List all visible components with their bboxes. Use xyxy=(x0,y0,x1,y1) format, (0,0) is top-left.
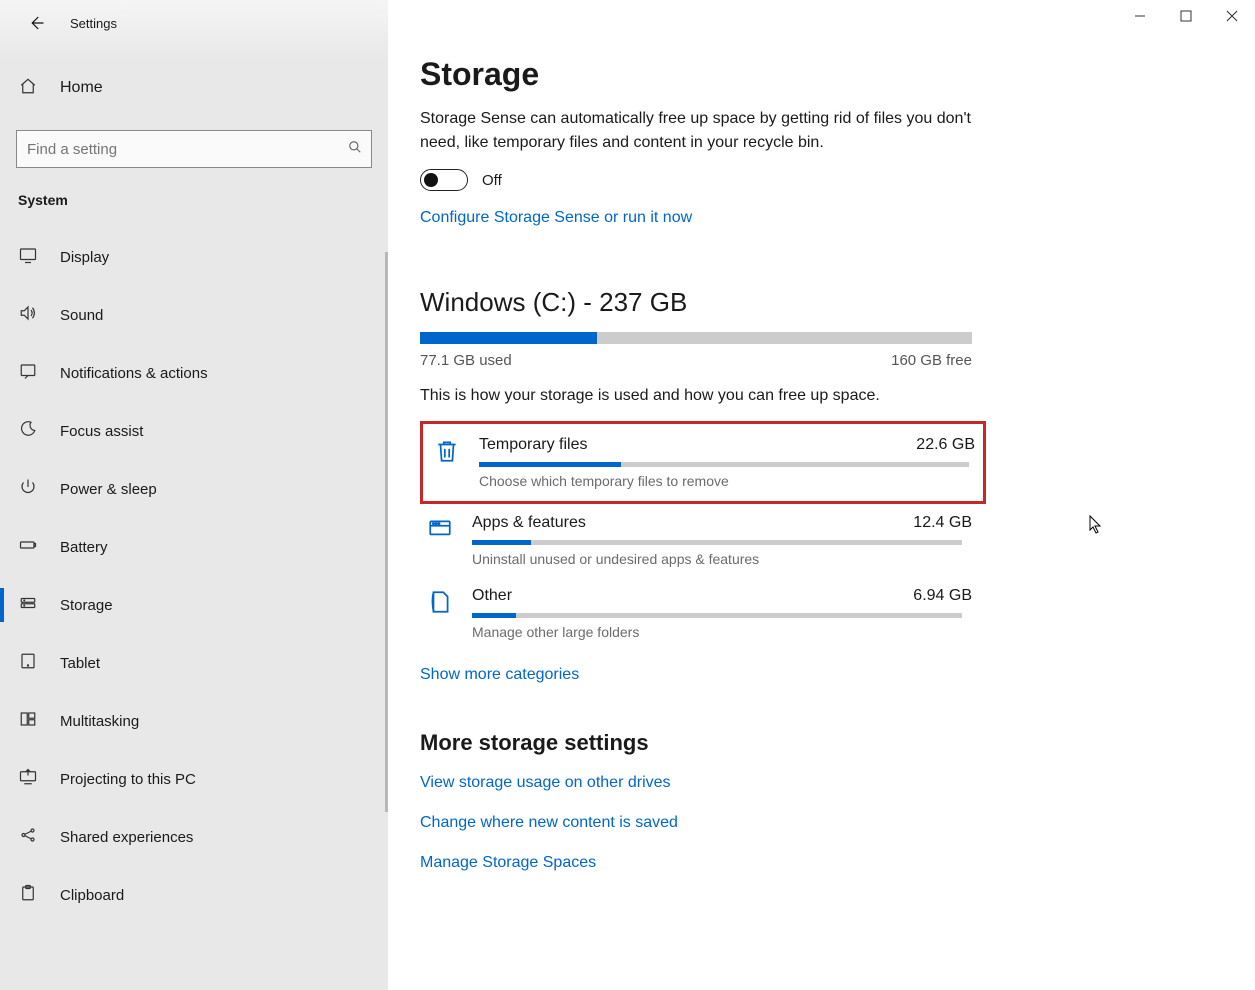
category-icon xyxy=(431,436,463,470)
sidebar: Settings Home System Display Sound Notific… xyxy=(0,0,388,990)
nav-icon xyxy=(18,652,38,675)
page-title: Storage xyxy=(420,56,1255,93)
sidebar-item-power-sleep[interactable]: Power & sleep xyxy=(0,460,388,518)
minimize-button[interactable] xyxy=(1117,0,1163,32)
search-icon xyxy=(348,140,362,158)
sidebar-item-display[interactable]: Display xyxy=(0,228,388,286)
sidebar-item-sound[interactable]: Sound xyxy=(0,286,388,344)
nav-icon xyxy=(18,884,38,907)
storage-sense-description: Storage Sense can automatically free up … xyxy=(420,107,980,155)
search-wrap xyxy=(16,130,372,168)
nav-icon xyxy=(18,304,38,327)
more-settings-link[interactable]: Manage Storage Spaces xyxy=(420,854,596,872)
sidebar-item-projecting-to-this-pc[interactable]: Projecting to this PC xyxy=(0,750,388,808)
nav-icon xyxy=(18,478,38,501)
category-name: Other xyxy=(472,587,512,605)
storage-sense-toggle-row: Off xyxy=(420,169,1255,191)
category-apps-features[interactable]: Apps & features 12.4 GB Uninstall unused o… xyxy=(420,504,980,577)
drive-usage-fill xyxy=(420,332,597,344)
toggle-knob xyxy=(424,173,438,187)
category-size: 22.6 GB xyxy=(916,436,975,454)
main-content: Storage Storage Sense can automatically … xyxy=(388,0,1255,990)
category-subtitle: Uninstall unused or undesired apps & fea… xyxy=(472,551,972,567)
nav-icon xyxy=(18,536,38,559)
nav-icon xyxy=(18,246,38,269)
toggle-label: Off xyxy=(482,172,502,189)
category-bar xyxy=(472,613,962,618)
maximize-button[interactable] xyxy=(1163,0,1209,32)
category-size: 6.94 GB xyxy=(913,587,972,605)
category-body: Temporary files 22.6 GB Choose which tempo… xyxy=(479,436,975,489)
category-name: Apps & features xyxy=(472,514,586,532)
sidebar-item-label: Battery xyxy=(60,539,108,556)
free-label: 160 GB free xyxy=(891,352,972,369)
category-subtitle: Choose which temporary files to remove xyxy=(479,473,975,489)
section-label: System xyxy=(0,168,388,218)
storage-sense-toggle[interactable] xyxy=(420,169,468,191)
sidebar-item-label: Tablet xyxy=(60,655,100,672)
drive-usage-labels: 77.1 GB used 160 GB free xyxy=(420,352,972,369)
category-bar-fill xyxy=(479,462,621,467)
sidebar-item-storage[interactable]: Storage xyxy=(0,576,388,634)
sidebar-item-label: Projecting to this PC xyxy=(60,771,196,788)
configure-storage-sense-link[interactable]: Configure Storage Sense or run it now xyxy=(420,209,692,227)
usage-hint: This is how your storage is used and how… xyxy=(420,387,1255,405)
used-label: 77.1 GB used xyxy=(420,352,512,369)
sidebar-item-label: Multitasking xyxy=(60,713,139,730)
sidebar-item-label: Clipboard xyxy=(60,887,124,904)
category-body: Apps & features 12.4 GB Uninstall unused o… xyxy=(472,514,972,567)
category-icon xyxy=(424,587,456,621)
sidebar-item-tablet[interactable]: Tablet xyxy=(0,634,388,692)
category-name: Temporary files xyxy=(479,436,587,454)
window-controls xyxy=(1117,0,1255,32)
sidebar-item-label: Sound xyxy=(60,307,103,324)
nav-icon xyxy=(18,420,38,443)
sidebar-item-battery[interactable]: Battery xyxy=(0,518,388,576)
nav-icon xyxy=(18,594,38,617)
category-body: Other 6.94 GB Manage other large folders xyxy=(472,587,972,640)
sidebar-item-label: Focus assist xyxy=(60,423,143,440)
category-subtitle: Manage other large folders xyxy=(472,624,972,640)
category-icon xyxy=(424,514,456,548)
nav-icon xyxy=(18,710,38,733)
category-other[interactable]: Other 6.94 GB Manage other large folders xyxy=(420,577,980,650)
sidebar-item-home[interactable]: Home xyxy=(0,60,388,116)
nav-icon xyxy=(18,768,38,791)
sidebar-item-label: Display xyxy=(60,249,109,266)
sidebar-item-focus-assist[interactable]: Focus assist xyxy=(0,402,388,460)
sidebar-item-label: Shared experiences xyxy=(60,829,193,846)
sidebar-item-multitasking[interactable]: Multitasking xyxy=(0,692,388,750)
category-size: 12.4 GB xyxy=(913,514,972,532)
category-bar-fill xyxy=(472,613,516,618)
sidebar-item-label: Storage xyxy=(60,597,113,614)
category-temporary-files[interactable]: Temporary files 22.6 GB Choose which tempo… xyxy=(420,421,986,504)
sidebar-item-label: Home xyxy=(60,79,103,97)
search-input[interactable] xyxy=(16,130,372,168)
sidebar-item-label: Notifications & actions xyxy=(60,365,208,382)
titlebar: Settings xyxy=(0,0,388,46)
nav-icon xyxy=(18,362,38,385)
category-bar xyxy=(479,462,969,467)
home-icon xyxy=(18,77,38,100)
drive-title: Windows (C:) - 237 GB xyxy=(420,287,1255,318)
category-list: Temporary files 22.6 GB Choose which tempo… xyxy=(420,421,1255,650)
more-settings-heading: More storage settings xyxy=(420,730,1255,756)
more-links-list: View storage usage on other drives Change… xyxy=(420,774,1255,872)
sidebar-item-shared-experiences[interactable]: Shared experiences xyxy=(0,808,388,866)
app-title: Settings xyxy=(70,16,117,31)
close-button[interactable] xyxy=(1209,0,1255,32)
nav-icon xyxy=(18,826,38,849)
category-bar-fill xyxy=(472,540,531,545)
drive-usage-bar xyxy=(420,332,972,344)
sidebar-item-clipboard[interactable]: Clipboard xyxy=(0,866,388,924)
nav-list: Display Sound Notifications & actions Focus… xyxy=(0,228,388,924)
more-settings-link[interactable]: View storage usage on other drives xyxy=(420,774,671,792)
sidebar-item-label: Power & sleep xyxy=(60,481,157,498)
more-settings-link[interactable]: Change where new content is saved xyxy=(420,814,678,832)
back-button[interactable] xyxy=(16,3,56,43)
category-bar xyxy=(472,540,962,545)
sidebar-item-notifications-actions[interactable]: Notifications & actions xyxy=(0,344,388,402)
show-more-categories-link[interactable]: Show more categories xyxy=(420,666,579,684)
